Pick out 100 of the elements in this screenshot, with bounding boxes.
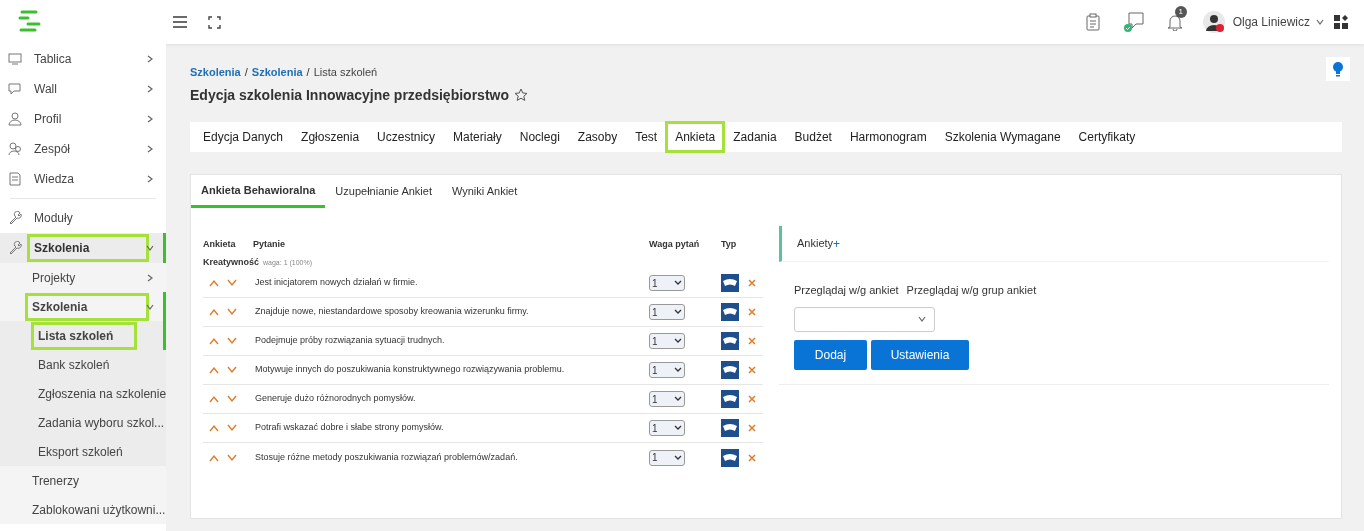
- question-text: Znajduje nowe, niestandardowe sposoby kreowania wizerunku firmy.: [255, 305, 530, 319]
- column-header: Pytanie: [253, 238, 286, 251]
- chevron-icon: [146, 85, 154, 93]
- chat-icon[interactable]: [1122, 11, 1145, 33]
- chat-icon: [8, 82, 22, 96]
- delete-icon[interactable]: [748, 424, 756, 432]
- add-link[interactable]: +: [833, 234, 841, 253]
- page-title: Edycja szkolenia Innowacyjne przedsiębiorstwo: [190, 85, 509, 105]
- caret-icon: [674, 337, 682, 345]
- add-button[interactable]: Dodaj: [794, 339, 867, 370]
- tab[interactable]: Edycja Danych: [196, 123, 291, 150]
- gauge-icon: [721, 419, 739, 437]
- gauge-icon: [721, 448, 739, 467]
- notification-badge: 1: [1174, 5, 1187, 18]
- weight-select[interactable]: 1: [649, 275, 685, 291]
- clipboard-icon[interactable]: [1084, 13, 1101, 31]
- avatar: [1202, 11, 1225, 33]
- chevron-icon: [146, 244, 154, 252]
- caret-icon[interactable]: [1316, 18, 1324, 26]
- breadcrumb-item: Lista szkoleń: [313, 65, 378, 80]
- panel-title: Ankiety: [797, 236, 834, 252]
- user-name[interactable]: Olga Liniewicz: [1232, 13, 1310, 31]
- bell-icon[interactable]: [1166, 13, 1183, 32]
- tab[interactable]: Uzupełnianie Ankiet: [325, 174, 442, 208]
- chevron-icon: [146, 273, 154, 282]
- tab[interactable]: Test: [628, 123, 665, 150]
- apps-icon[interactable]: [1334, 15, 1348, 29]
- breadcrumb-link[interactable]: Szkolenia: [251, 64, 303, 81]
- tab[interactable]: Materiały: [446, 123, 509, 150]
- tab[interactable]: Ankieta Behawioralna: [191, 174, 326, 208]
- chevron-icon: [146, 175, 154, 183]
- tab[interactable]: Budżet: [787, 123, 839, 150]
- group-name: Kreatywność: [203, 255, 260, 269]
- tab[interactable]: Szkolenia Wymagane: [937, 123, 1068, 150]
- tab[interactable]: Ankieta: [668, 123, 723, 150]
- weight-select[interactable]: 1: [649, 391, 685, 407]
- people-icon: [8, 142, 22, 156]
- gauge-icon: [721, 303, 739, 321]
- question-text: Potrafi wskazać dobre i słabe strony pomysłów.: [255, 421, 445, 435]
- gauge-icon: [721, 332, 739, 350]
- weight-select[interactable]: 1: [649, 420, 685, 436]
- column-header: Ankieta: [203, 238, 237, 251]
- delete-icon[interactable]: [748, 279, 756, 287]
- caret-icon: [674, 366, 682, 374]
- tab[interactable]: Certyfikaty: [1071, 123, 1143, 150]
- question-text: Motywuje innych do poszukiwania konstruktywnego rozwiązywania problemu.: [255, 363, 566, 377]
- weight-select[interactable]: 1: [649, 333, 685, 349]
- question-text: Jest inicjatorem nowych działań w firmie.: [255, 276, 419, 290]
- wrench-icon: [8, 241, 22, 255]
- weight-select[interactable]: 1: [649, 449, 685, 466]
- tab[interactable]: Harmonogram: [842, 123, 934, 150]
- caret-icon: [674, 395, 682, 403]
- column-header: Typ: [721, 238, 738, 251]
- delete-icon[interactable]: [748, 366, 756, 374]
- delete-icon[interactable]: [748, 308, 756, 316]
- gauge-icon: [721, 361, 739, 379]
- sidebar-item[interactable]: Profil: [30, 108, 146, 130]
- settings-button[interactable]: Ustawienia: [871, 339, 969, 370]
- view-link[interactable]: Przeglądaj w/g grup ankiet: [906, 282, 1037, 299]
- caret-icon: [674, 424, 682, 432]
- tab[interactable]: Noclegi: [512, 123, 567, 150]
- tab[interactable]: Zgłoszenia: [294, 123, 367, 150]
- sidebar-item[interactable]: Wall: [30, 78, 146, 100]
- breadcrumb-separator: /: [306, 65, 310, 80]
- view-link[interactable]: Przeglądaj w/g ankiet: [794, 282, 899, 299]
- delete-icon[interactable]: [748, 337, 756, 345]
- tab[interactable]: Wyniki Ankiet: [441, 174, 528, 208]
- breadcrumb-link[interactable]: Szkolenia: [190, 64, 241, 81]
- chevron-icon: [146, 145, 154, 153]
- monitor-icon: [8, 52, 22, 66]
- tab[interactable]: Zadania: [726, 123, 784, 150]
- sidebar-item[interactable]: Zespół: [30, 138, 146, 160]
- chevron-icon: [146, 115, 154, 123]
- question-text: Podejmuje próby rozwiązania sytuacji trudnych.: [255, 334, 446, 348]
- chevron-icon: [146, 302, 154, 311]
- person-icon: [8, 112, 22, 126]
- delete-icon[interactable]: [748, 453, 756, 462]
- caret-icon: [674, 453, 682, 462]
- wrench-icon: [8, 211, 22, 225]
- sidebar-item[interactable]: Moduły: [30, 207, 154, 229]
- sidebar-item[interactable]: Wiedza: [30, 168, 146, 190]
- tab[interactable]: Zasoby: [570, 123, 625, 150]
- tab[interactable]: Uczestnicy: [370, 123, 443, 150]
- chevron-icon: [146, 55, 154, 63]
- question-text: Stosuje różne metody poszukiwania rozwiązań problemów/zadań.: [255, 450, 519, 464]
- weight-select[interactable]: 1: [649, 304, 685, 320]
- logo: [16, 9, 42, 35]
- select-field[interactable]: [794, 306, 935, 332]
- column-header: Waga pytań: [649, 238, 701, 251]
- lightbulb-icon[interactable]: [1333, 61, 1343, 77]
- weight-select[interactable]: 1: [649, 362, 685, 378]
- question-text: Generuje dużo różnorodnych pomysłów.: [255, 392, 417, 406]
- caret-icon: [918, 315, 926, 323]
- star-icon[interactable]: [514, 88, 528, 102]
- gauge-icon: [721, 390, 739, 408]
- menu-icon[interactable]: [172, 15, 188, 29]
- delete-icon[interactable]: [748, 395, 756, 403]
- document-icon: [8, 172, 22, 186]
- sidebar-item[interactable]: Tablica: [30, 48, 146, 70]
- fullscreen-icon[interactable]: [208, 15, 221, 29]
